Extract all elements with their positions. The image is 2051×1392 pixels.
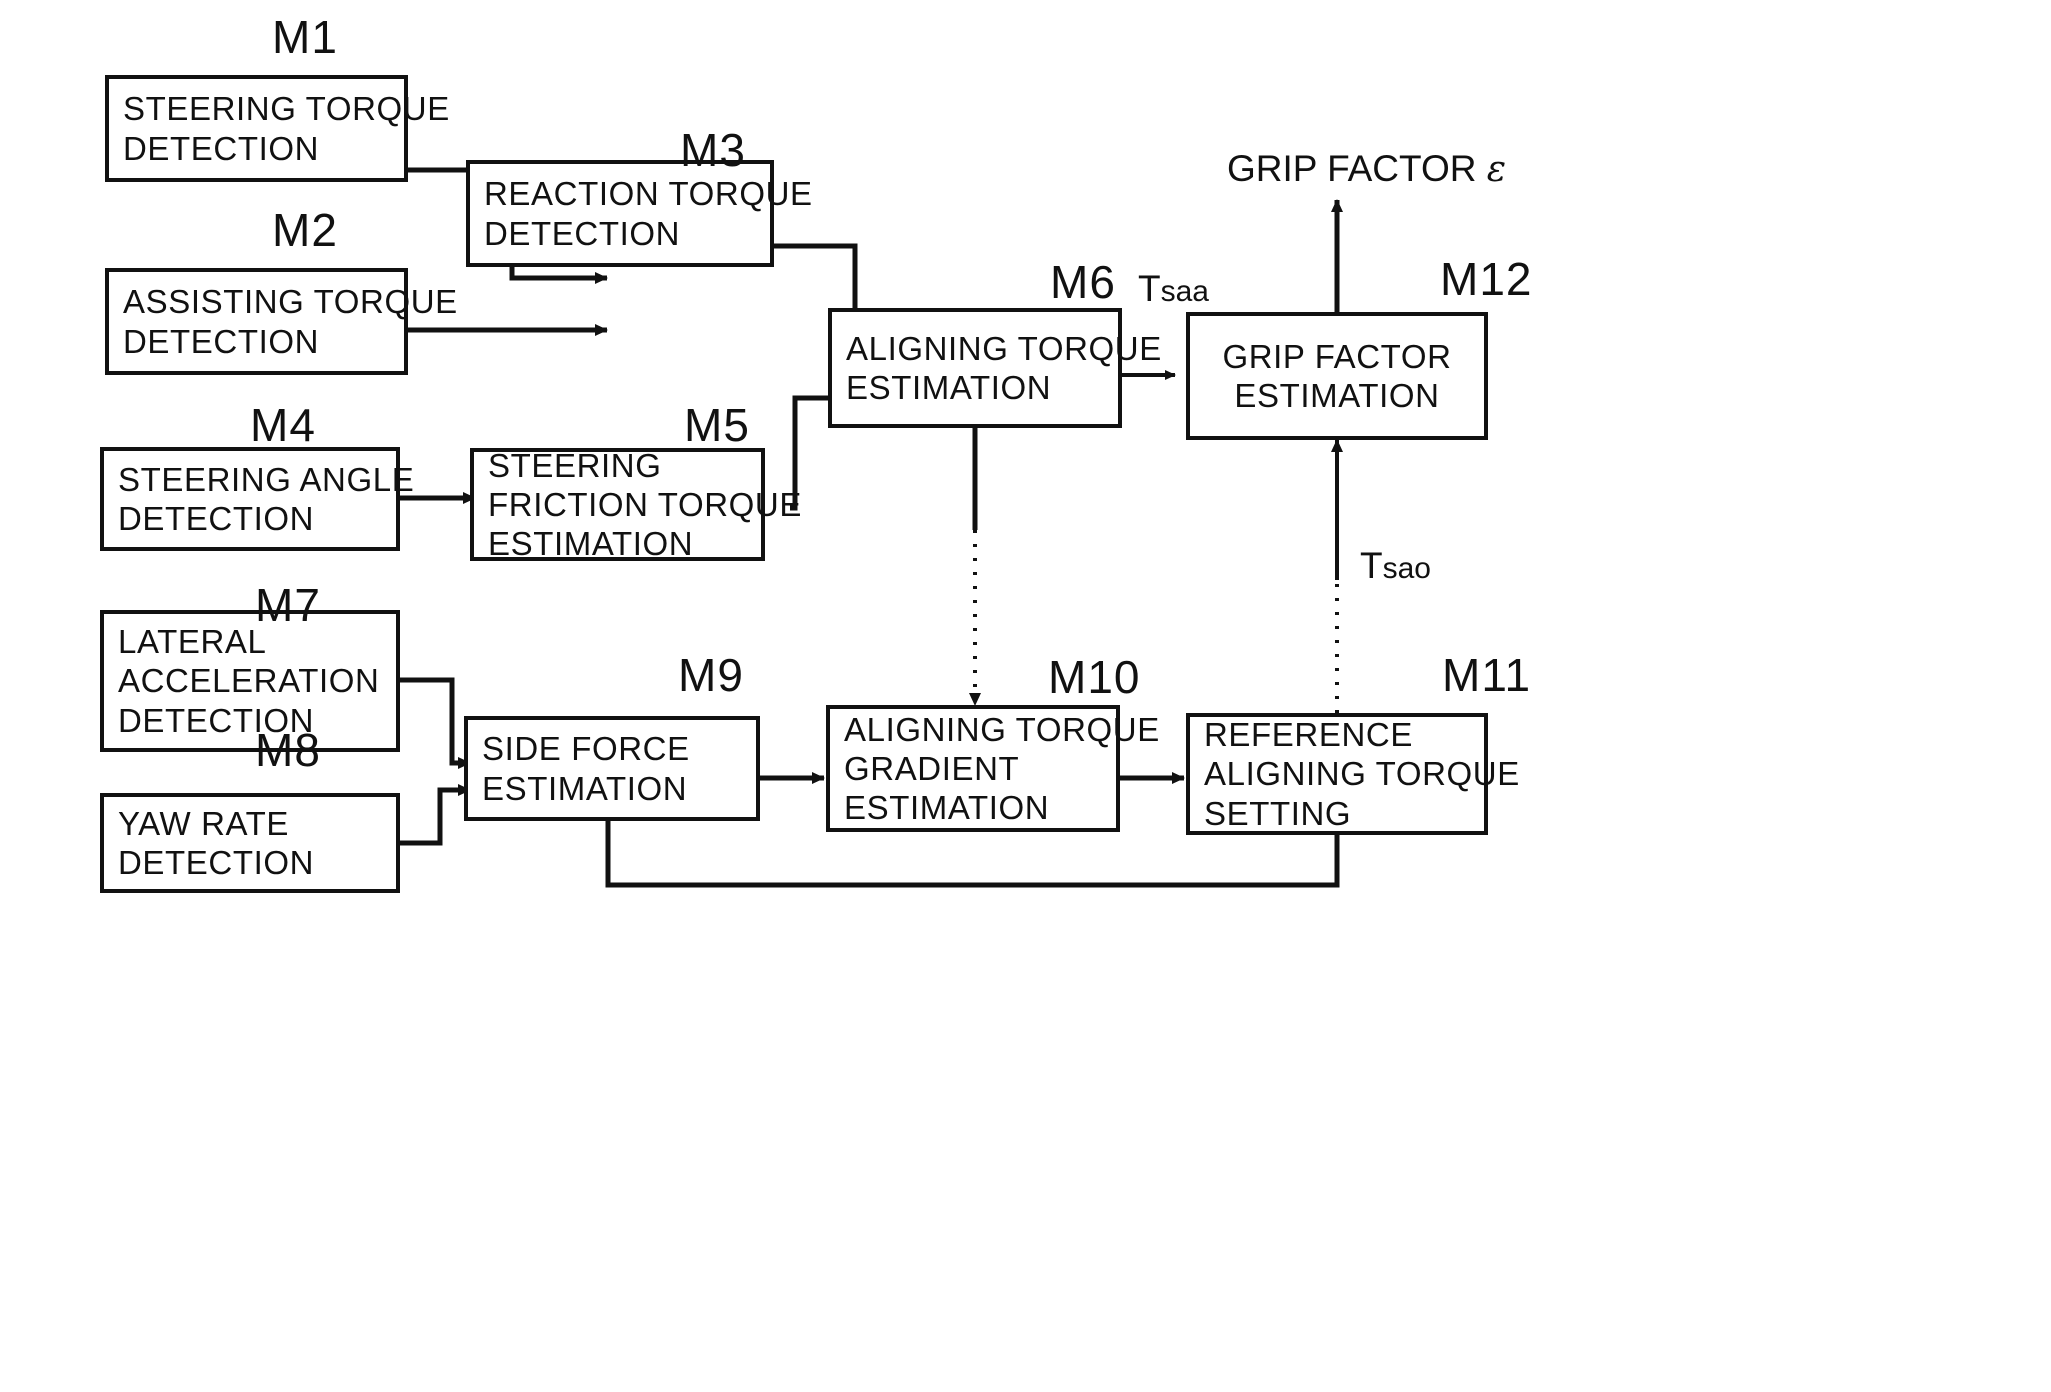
block-m1-line-0: STEERING TORQUE — [123, 90, 450, 128]
block-m9-side-force-estimation[interactable]: SIDE FORCE ESTIMATION — [464, 716, 760, 821]
diagram-canvas: STEERING TORQUE DETECTION M1 ASSISTING T… — [0, 0, 2051, 1392]
block-m12-grip-factor-estimation[interactable]: GRIP FACTOR ESTIMATION — [1186, 312, 1488, 440]
block-m8-line-1: DETECTION — [118, 844, 315, 881]
block-m5-line-2: ESTIMATION — [488, 525, 694, 563]
epsilon-symbol: ε — [1486, 149, 1507, 190]
label-m4: M4 — [250, 399, 316, 451]
label-m1: M1 — [272, 11, 338, 63]
signal-tsaa-base: T — [1138, 268, 1161, 309]
label-m5: M5 — [684, 399, 750, 451]
label-m2: M2 — [272, 204, 338, 256]
block-m9-line-1: ESTIMATION — [482, 769, 688, 807]
block-m3-line-1: DETECTION — [484, 214, 681, 252]
block-m12-line-1: ESTIMATION — [1234, 377, 1440, 414]
wire-m7-to-m9 — [400, 677, 471, 769]
block-m4-steering-angle-detection[interactable]: STEERING ANGLE DETECTION — [100, 447, 415, 551]
block-m12-line-0: GRIP FACTOR — [1222, 337, 1452, 375]
block-m1-steering-torque-detection[interactable]: STEERING TORQUE DETECTION — [105, 75, 450, 182]
block-m5-line-1: FRICTION TORQUE — [488, 485, 802, 523]
block-m2-line-0: ASSISTING TORQUE — [123, 283, 458, 321]
signal-tsao-base: T — [1360, 545, 1383, 586]
signal-tsaa-sub: saa — [1160, 275, 1209, 308]
block-m10-line-1: GRADIENT — [844, 749, 1020, 787]
label-m11: M11 — [1442, 649, 1532, 701]
block-m2-line-1: DETECTION — [123, 322, 320, 360]
block-m7-line-0: LATERAL — [118, 623, 267, 661]
signal-tsao-sub: sao — [1382, 552, 1431, 585]
label-m7: M7 — [255, 579, 321, 631]
block-m6-aligning-torque-estimation[interactable]: ALIGNING TORQUE ESTIMATION — [828, 308, 1162, 428]
block-m7-line-1: ACCELERATION — [118, 662, 380, 700]
block-m10-line-0: ALIGNING TORQUE — [844, 710, 1160, 748]
block-m11-line-0: REFERENCE — [1204, 716, 1413, 754]
block-m2-assisting-torque-detection[interactable]: ASSISTING TORQUE DETECTION — [105, 268, 458, 375]
block-m4-line-1: DETECTION — [118, 500, 315, 537]
block-m7-line-2: DETECTION — [118, 701, 315, 739]
block-m8-line-0: YAW RATE — [118, 804, 290, 842]
block-m11-reference-aligning-torque-setting[interactable]: REFERENCE ALIGNING TORQUE SETTING — [1186, 713, 1520, 835]
block-m11-line-2: SETTING — [1204, 794, 1352, 832]
label-m3: M3 — [680, 124, 746, 176]
block-m1-line-1: DETECTION — [123, 129, 320, 167]
block-m10-aligning-torque-gradient-estimation[interactable]: ALIGNING TORQUE GRADIENT ESTIMATION — [826, 705, 1160, 832]
wire-m8-to-m9 — [400, 784, 471, 846]
block-m8-yaw-rate-detection[interactable]: YAW RATE DETECTION — [100, 793, 400, 893]
block-m6-line-1: ESTIMATION — [846, 369, 1052, 406]
block-m6-line-0: ALIGNING TORQUE — [846, 329, 1162, 367]
label-m12: M12 — [1440, 253, 1533, 305]
label-m8: M8 — [255, 724, 321, 776]
block-m9-line-0: SIDE FORCE — [482, 730, 690, 768]
label-m9: M9 — [678, 649, 744, 701]
block-m11-line-1: ALIGNING TORQUE — [1204, 755, 1520, 793]
label-m10: M10 — [1048, 651, 1141, 703]
block-m5-steering-friction-torque-estimation[interactable]: STEERING FRICTION TORQUE ESTIMATION — [470, 447, 802, 563]
block-m7-lateral-acceleration-detection[interactable]: LATERAL ACCELERATION DETECTION — [100, 610, 400, 752]
block-m4-line-0: STEERING ANGLE — [118, 460, 415, 498]
signal-label-tsaa: Tsaa — [1138, 268, 1209, 310]
signal-label-tsao: Tsao — [1360, 545, 1431, 587]
output-grip-factor-text: GRIP FACTOR — [1227, 148, 1487, 189]
label-m6: M6 — [1050, 256, 1116, 308]
block-m10-line-2: ESTIMATION — [844, 789, 1050, 827]
block-m3-line-0: REACTION TORQUE — [484, 175, 813, 213]
output-label-grip-factor: GRIP FACTOR ε — [1227, 148, 1506, 190]
